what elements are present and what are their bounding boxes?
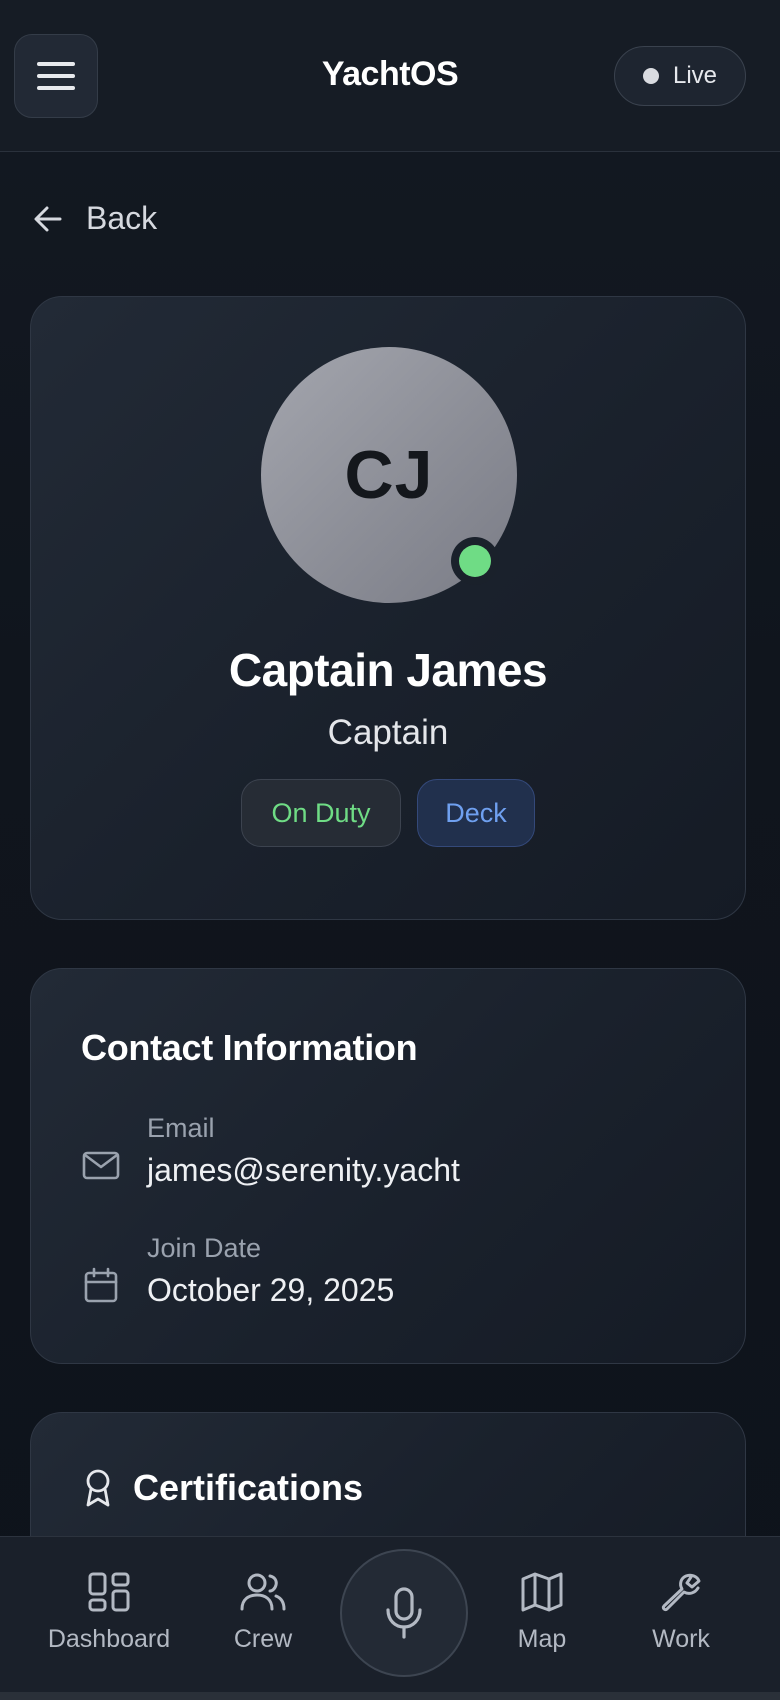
users-icon — [240, 1573, 286, 1611]
contact-card: Contact Information Email james@serenity… — [30, 968, 746, 1364]
back-label: Back — [86, 200, 158, 236]
nav-label-map: Map — [517, 1625, 567, 1653]
live-status-pill[interactable]: Live — [614, 46, 746, 106]
award-icon — [86, 1469, 110, 1507]
map-icon — [521, 1572, 563, 1612]
crew-name: Captain James — [228, 644, 548, 696]
home-indicator-strip — [0, 1692, 780, 1700]
badge-group: On Duty Deck — [31, 779, 745, 847]
app-screen: YachtOS Live Back CJ Captain James Capta… — [0, 0, 780, 1700]
contact-section-title: Contact Information — [81, 1027, 418, 1068]
crew-role: Captain — [327, 713, 449, 752]
voice-command-button[interactable] — [340, 1549, 468, 1677]
dashboard-icon — [88, 1572, 130, 1612]
email-label: Email — [147, 1113, 215, 1143]
nav-item-work[interactable]: Work — [606, 1571, 756, 1654]
department-badge: Deck — [417, 779, 535, 847]
join-date-label: Join Date — [147, 1233, 262, 1263]
nav-item-map[interactable]: Map — [467, 1571, 617, 1654]
nav-label-work: Work — [652, 1625, 710, 1653]
email-row[interactable]: Email james@serenity.yacht — [81, 1113, 460, 1189]
email-value: james@serenity.yacht — [147, 1152, 460, 1188]
join-date-row: Join Date October 29, 2025 — [81, 1233, 394, 1309]
mail-icon — [82, 1151, 120, 1180]
wrench-icon — [661, 1573, 701, 1612]
microphone-icon — [386, 1587, 422, 1639]
online-status-indicator — [451, 537, 499, 585]
arrow-left-icon — [34, 206, 62, 231]
nav-label-dashboard: Dashboard — [47, 1625, 171, 1653]
certifications-header: Certifications — [81, 1467, 363, 1509]
back-button[interactable]: Back — [32, 200, 157, 237]
status-badge: On Duty — [241, 779, 401, 847]
live-label: Live — [672, 62, 718, 89]
nav-label-crew: Crew — [233, 1625, 293, 1653]
calendar-icon — [84, 1267, 118, 1303]
top-header: YachtOS Live — [0, 0, 780, 152]
nav-item-crew[interactable]: Crew — [188, 1571, 338, 1654]
profile-card: CJ Captain James Captain On Duty Deck — [30, 296, 746, 920]
live-dot-icon — [642, 68, 659, 84]
join-date-value: October 29, 2025 — [147, 1272, 395, 1308]
nav-item-dashboard[interactable]: Dashboard — [34, 1571, 184, 1654]
certifications-title: Certifications — [133, 1467, 364, 1508]
avatar-initials: CJ — [344, 437, 434, 513]
bottom-navigation: Dashboard Crew Map Work — [0, 1536, 780, 1692]
